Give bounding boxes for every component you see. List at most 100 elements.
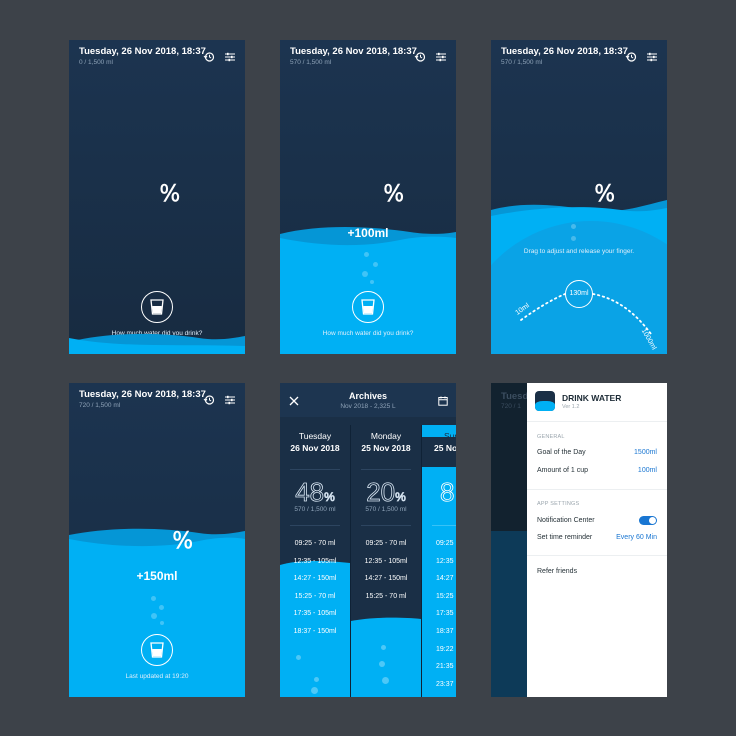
archive-day-column[interactable]: Tuesday 26 Nov 2018 48% 570 / 1,500 ml 0… — [280, 425, 350, 697]
bubble — [382, 677, 389, 684]
section-general: GENERAL — [537, 434, 565, 440]
day-percent-value: 20 — [366, 477, 396, 508]
goal-row[interactable]: Goal of the Day 1500ml — [537, 449, 657, 456]
goal-value[interactable]: 1500ml — [634, 449, 657, 456]
day-percent-value: 48 — [295, 477, 325, 508]
settings-sliders-icon[interactable] — [435, 51, 447, 63]
cup-row[interactable]: Amount of 1 cup 100ml — [537, 467, 657, 474]
entry-list: 09:25 - 70 ml 12:35 - 105ml 14:27 - 150m… — [280, 535, 350, 641]
percent-value: 38 — [332, 159, 383, 212]
added-amount: +150ml — [136, 569, 178, 583]
day-percent: 8 — [422, 477, 456, 508]
history-icon[interactable] — [203, 51, 215, 63]
archive-day-column[interactable]: Monday 25 Nov 2018 20% 570 / 1,500 ml 09… — [351, 425, 421, 697]
archive-day-column[interactable]: Sun 25 Nov 8 09:25 12:35 14:27 15:25 17:… — [422, 425, 456, 697]
screen-38: Tuesday, 26 Nov 2018, 18:37 570 / 1,500 … — [280, 40, 456, 354]
bubble — [159, 605, 164, 610]
day-weekday: Sun — [444, 431, 456, 441]
entry: 12:35 - 105ml — [293, 557, 337, 565]
hint-text: Drag to adjust and release your finger. — [523, 248, 635, 255]
dial-handle[interactable]: 130ml — [565, 280, 593, 308]
day-percent-value: 8 — [440, 477, 455, 508]
percent-sign: % — [172, 528, 194, 554]
section-app-settings: APP SETTINGS — [537, 501, 580, 507]
entry: 17:35 - 105ml — [293, 610, 337, 618]
percent-value: 48 — [121, 506, 172, 559]
percent-sign: % — [383, 181, 405, 207]
dimmed-background: Tuesda 720 / 1 — [491, 383, 534, 697]
reminder-row[interactable]: Set time reminder Every 60 Min — [537, 534, 657, 541]
entry: 19:22 — [436, 645, 454, 653]
cup-value[interactable]: 100ml — [638, 467, 657, 474]
settings-sliders-icon[interactable] — [646, 51, 658, 63]
entry: 12:35 - 105ml — [364, 557, 408, 565]
day-weekday: Tuesday — [298, 431, 332, 441]
history-icon[interactable] — [203, 394, 215, 406]
day-percent-sign: % — [395, 490, 406, 505]
notification-label: Notification Center — [537, 517, 595, 524]
calendar-icon[interactable] — [438, 396, 448, 406]
behind-sub: 720 / 1 — [501, 403, 521, 410]
refer-friends-link[interactable]: Refer friends — [537, 568, 657, 575]
day-date: 25 Nov — [434, 443, 456, 453]
bubble — [370, 280, 374, 284]
bubble — [151, 596, 156, 601]
day-water-fill — [351, 617, 421, 697]
hint-text: How much water did you drink? — [322, 330, 414, 337]
percent-display: 48% — [69, 505, 245, 560]
bubble — [296, 655, 301, 660]
divider — [527, 421, 667, 422]
add-water-button[interactable] — [352, 291, 384, 323]
entry: 23:37 — [436, 680, 454, 688]
water-wave — [69, 333, 245, 354]
notification-toggle[interactable] — [639, 516, 657, 525]
day-percent-sign: % — [324, 490, 335, 505]
entry-list: 09:25 12:35 14:27 15:25 17:35 18:37 19:2… — [422, 535, 456, 693]
entry: 21:35 — [436, 663, 454, 671]
add-water-button[interactable] — [141, 291, 173, 323]
entry: 18:37 - 150ml — [293, 627, 337, 635]
reminder-value[interactable]: Every 60 Min — [616, 534, 657, 541]
day-percent: 48% — [280, 477, 350, 508]
bubble — [362, 271, 368, 277]
history-icon[interactable] — [625, 51, 637, 63]
bubble — [364, 252, 369, 257]
divider — [361, 469, 411, 470]
bubble — [314, 677, 319, 682]
entry: 14:27 - 150ml — [293, 575, 337, 583]
history-icon[interactable] — [414, 51, 426, 63]
reminder-label: Set time reminder — [537, 534, 593, 541]
settings-sliders-icon[interactable] — [224, 51, 236, 63]
archives-header: Archives Nov 2018 - 2,325 L — [280, 383, 456, 417]
bubble — [151, 613, 157, 619]
screen-48: Tuesday, 26 Nov 2018, 18:37 720 / 1,500 … — [69, 383, 245, 697]
bubble — [571, 236, 576, 241]
day-date: 26 Nov 2018 — [290, 443, 340, 453]
cup-icon — [150, 642, 164, 658]
dial-value: 130ml — [569, 290, 589, 297]
divider — [290, 469, 340, 470]
entry: 17:35 — [436, 610, 454, 618]
day-percent: 20% — [351, 477, 421, 508]
notification-row[interactable]: Notification Center — [537, 516, 657, 525]
entry-list: 09:25 - 70 ml 12:35 - 105ml 14:27 - 150m… — [351, 535, 421, 605]
settings-sliders-icon[interactable] — [224, 394, 236, 406]
percent-display: 0% — [69, 158, 245, 213]
bubble — [160, 621, 164, 625]
percent-sign: % — [594, 181, 616, 207]
divider — [361, 525, 411, 526]
cup-label: Amount of 1 cup — [537, 467, 588, 474]
percent-display: 45% — [491, 158, 667, 213]
screen-archives: Archives Nov 2018 - 2,325 L Tuesday 26 N… — [280, 383, 456, 697]
divider — [527, 489, 667, 490]
behind-water — [491, 531, 527, 697]
bubble — [381, 645, 386, 650]
last-updated: Last updated at 19:20 — [125, 673, 189, 680]
add-water-button[interactable] — [141, 634, 173, 666]
day-amount: 570 / 1,500 ml — [365, 506, 407, 513]
divider — [527, 555, 667, 556]
entry: 09:25 — [436, 540, 454, 547]
percent-display: 38% — [280, 158, 456, 213]
bubble — [379, 661, 385, 667]
percent-value: 0 — [134, 159, 160, 212]
